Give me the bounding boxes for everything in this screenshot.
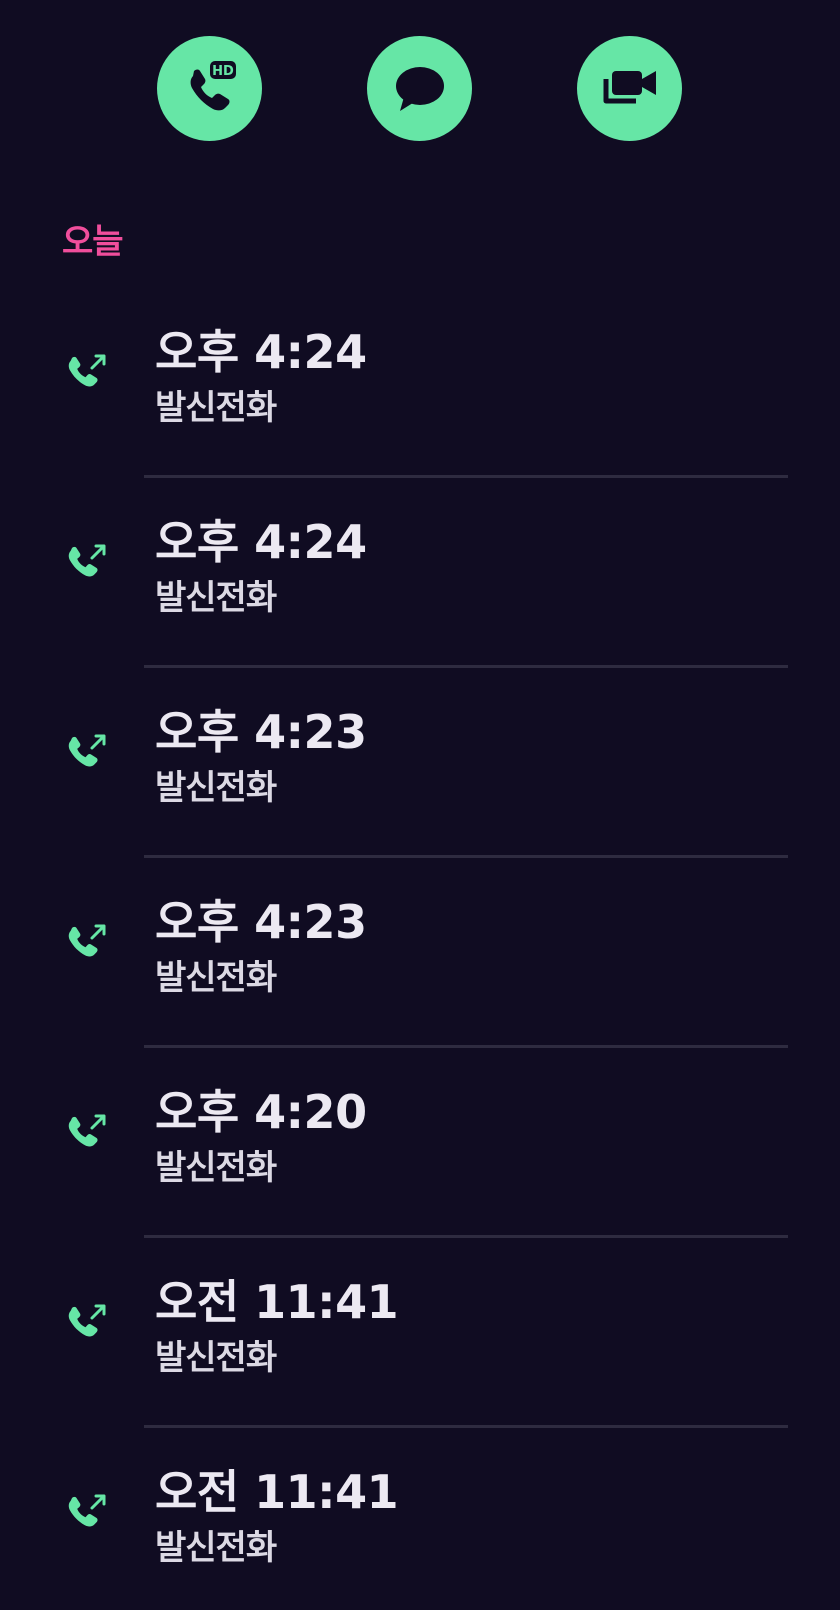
call-log-list: 오후 4:24 발신전화 오후 4:24 발신전화 오후 4:23 발신전화 오… bbox=[0, 288, 840, 1610]
message-button[interactable] bbox=[367, 36, 472, 141]
video-call-button[interactable] bbox=[577, 36, 682, 141]
chat-bubble-icon bbox=[392, 61, 448, 117]
call-log-item[interactable]: 오전 11:41 발신전화 bbox=[0, 1428, 840, 1610]
call-type: 발신전화 bbox=[155, 578, 277, 618]
outgoing-call-icon bbox=[66, 730, 110, 774]
call-type: 발신전화 bbox=[155, 388, 277, 428]
call-time: 오전 11:41 bbox=[155, 1465, 399, 1519]
outgoing-call-icon bbox=[66, 1490, 110, 1534]
call-time: 오후 4:24 bbox=[155, 325, 367, 379]
call-log-item[interactable]: 오전 11:41 발신전화 bbox=[0, 1238, 840, 1428]
call-log-item[interactable]: 오후 4:24 발신전화 bbox=[0, 288, 840, 478]
call-time: 오전 11:41 bbox=[155, 1275, 399, 1329]
outgoing-call-icon bbox=[66, 540, 110, 584]
outgoing-call-icon bbox=[66, 920, 110, 964]
call-type: 발신전화 bbox=[155, 1528, 277, 1568]
call-type: 발신전화 bbox=[155, 958, 277, 998]
call-time: 오후 4:23 bbox=[155, 705, 367, 759]
outgoing-call-icon bbox=[66, 350, 110, 394]
call-type: 발신전화 bbox=[155, 768, 277, 808]
section-label-today: 오늘 bbox=[62, 222, 124, 262]
call-time: 오후 4:24 bbox=[155, 515, 367, 569]
outgoing-call-icon bbox=[66, 1300, 110, 1344]
call-log-item[interactable]: 오후 4:23 발신전화 bbox=[0, 858, 840, 1048]
call-log-item[interactable]: 오후 4:20 발신전화 bbox=[0, 1048, 840, 1238]
call-type: 발신전화 bbox=[155, 1338, 277, 1378]
hd-call-button[interactable]: HD bbox=[157, 36, 262, 141]
call-log-item[interactable]: 오후 4:24 발신전화 bbox=[0, 478, 840, 668]
phone-hd-icon: HD bbox=[180, 59, 240, 119]
video-camera-icon bbox=[600, 59, 660, 119]
call-type: 발신전화 bbox=[155, 1148, 277, 1188]
outgoing-call-icon bbox=[66, 1110, 110, 1154]
call-time: 오후 4:20 bbox=[155, 1085, 367, 1139]
hd-badge-text: HD bbox=[212, 64, 234, 79]
call-log-item[interactable]: 오후 4:23 발신전화 bbox=[0, 668, 840, 858]
call-history-screen: HD 오늘 오후 4:24 발신전화 오후 4:24 발신전화 오후 4:23 … bbox=[0, 0, 840, 1610]
contact-actions: HD bbox=[0, 36, 840, 141]
call-time: 오후 4:23 bbox=[155, 895, 367, 949]
